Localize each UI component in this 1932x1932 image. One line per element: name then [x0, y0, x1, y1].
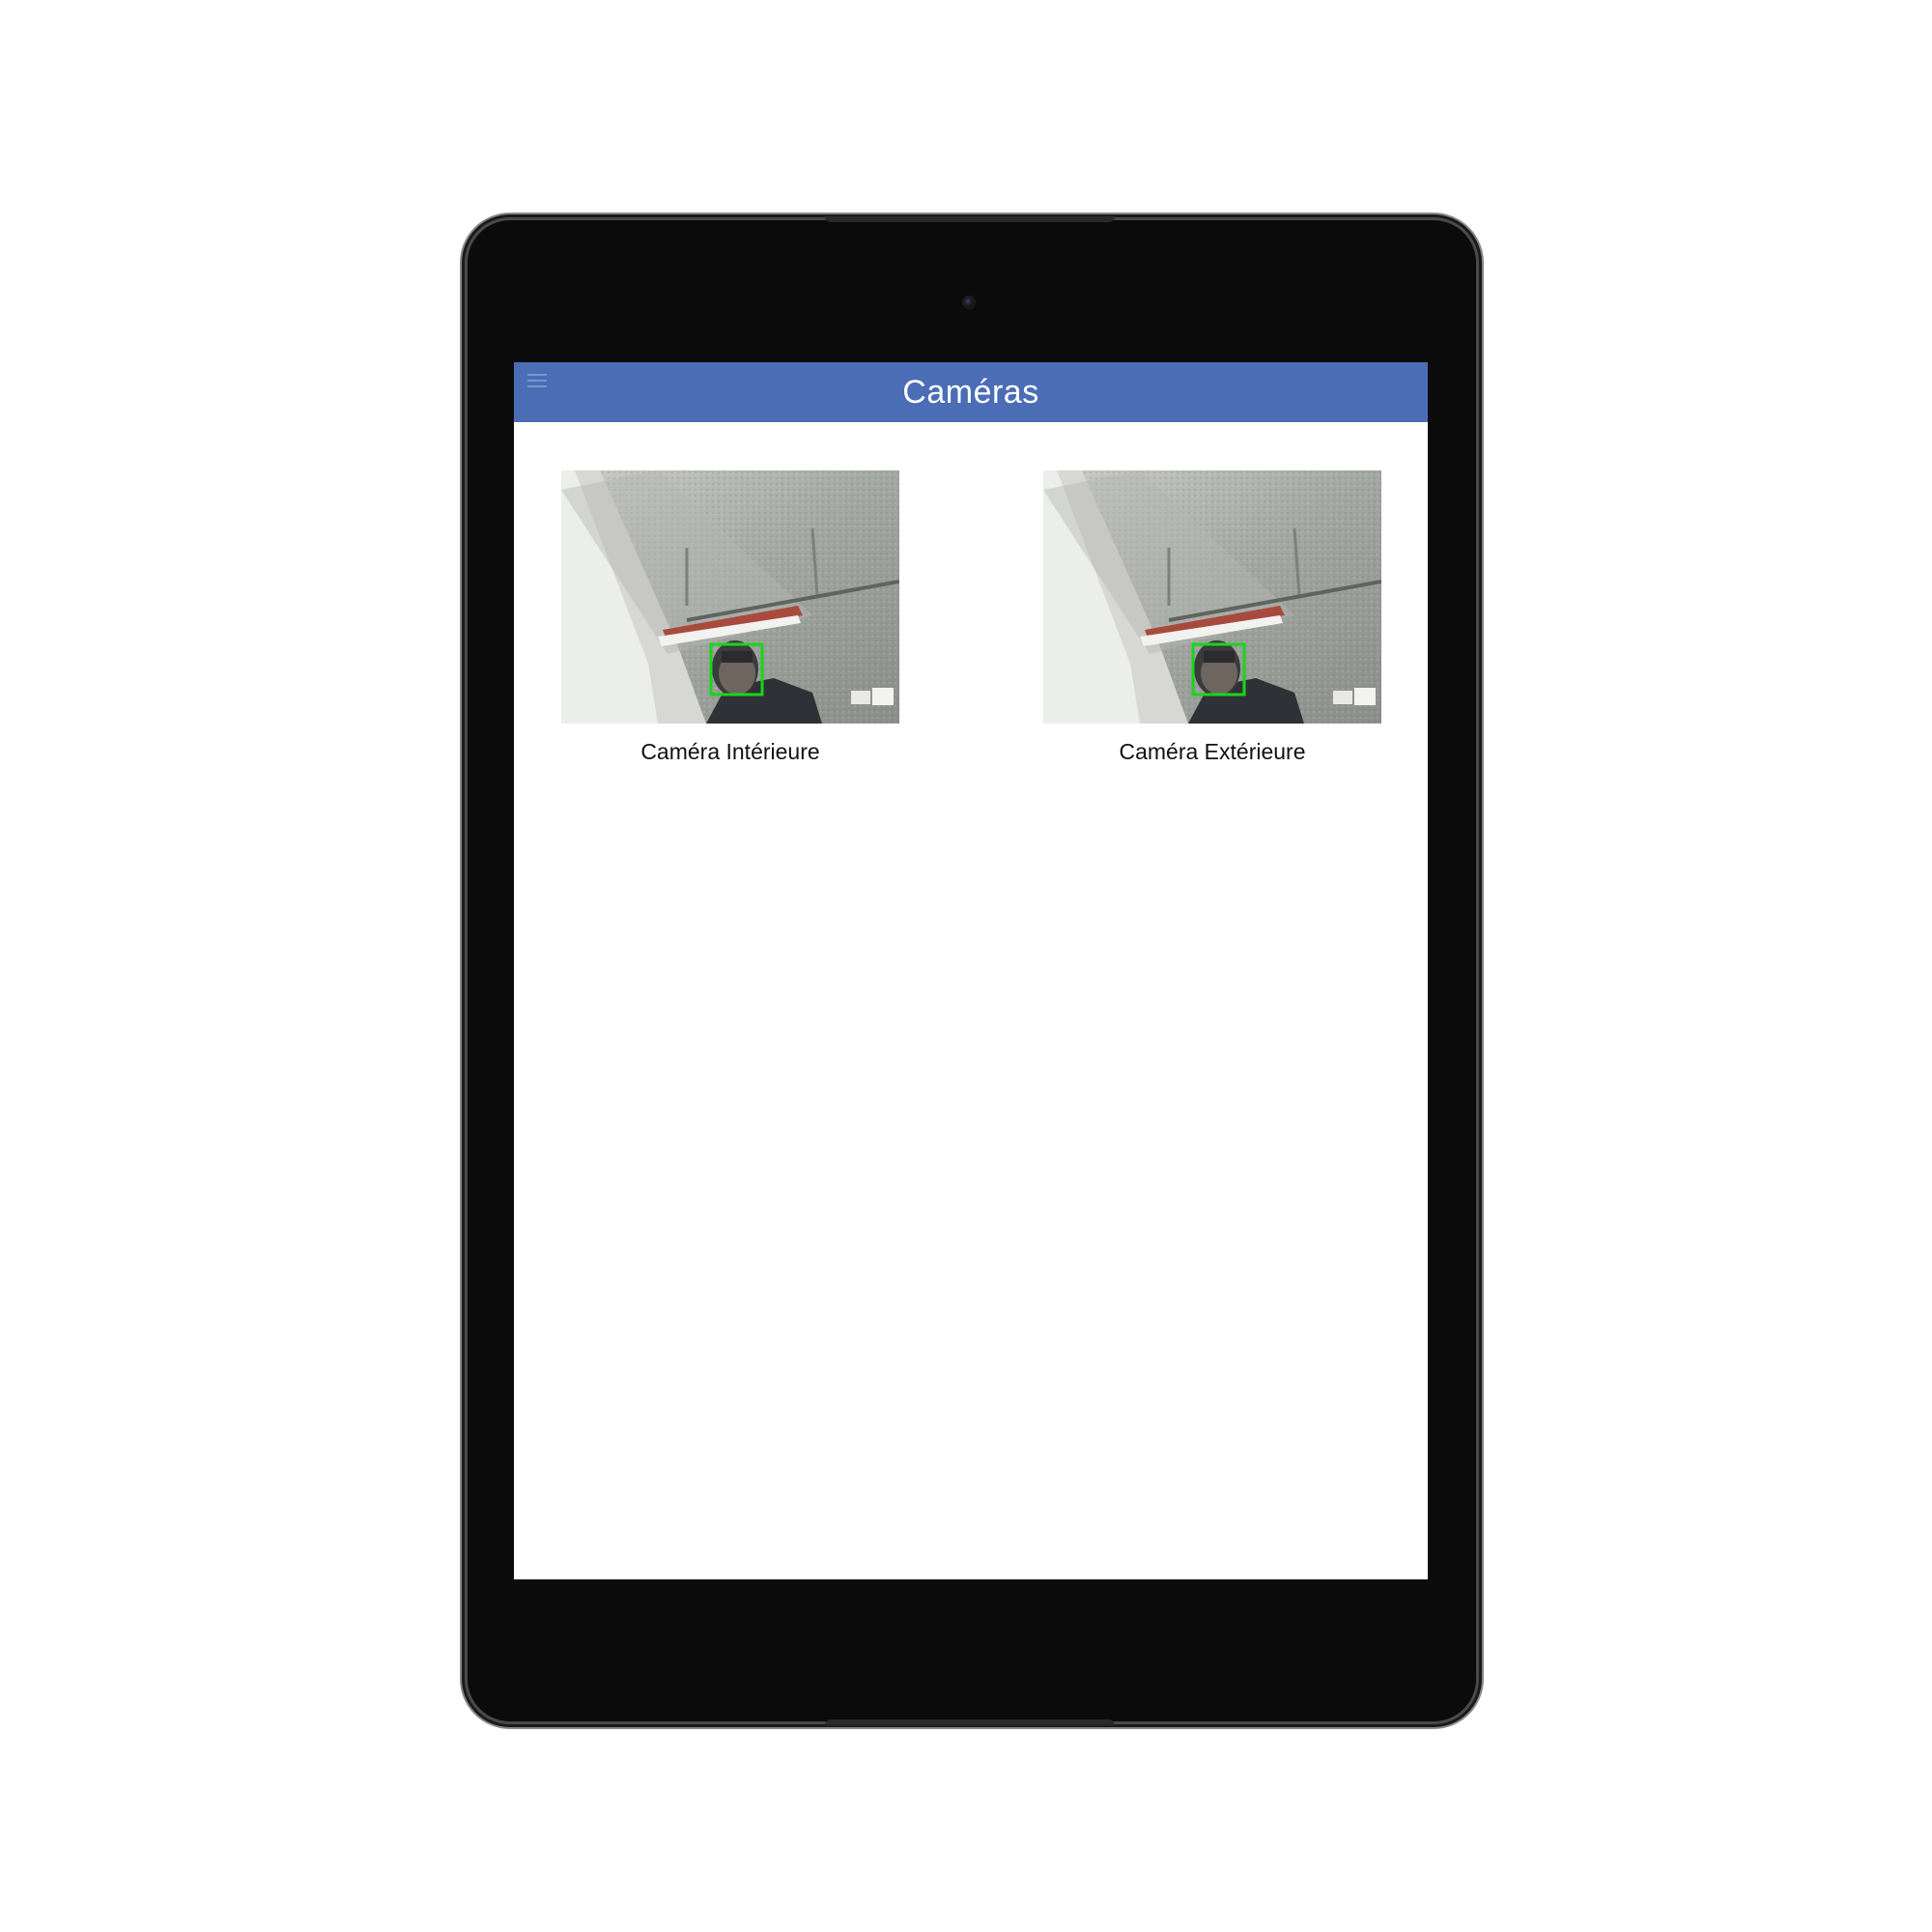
camera-feed-image: [561, 470, 899, 724]
tablet-device-frame: Caméras Caméra Intérieure Caméra Extérie…: [468, 216, 1476, 1725]
tablet-screen: Caméras Caméra Intérieure Caméra Extérie…: [514, 362, 1428, 1579]
hamburger-menu-icon[interactable]: [527, 374, 547, 387]
camera-feed-interior[interactable]: [561, 470, 899, 724]
camera-label-exterior: Caméra Extérieure: [1119, 739, 1306, 764]
page-title: Caméras: [902, 373, 1039, 411]
camera-card-interior[interactable]: Caméra Intérieure: [561, 470, 899, 765]
tablet-top-edge: [825, 216, 1115, 222]
camera-feed-exterior[interactable]: [1043, 470, 1381, 724]
tablet-bottom-edge: [825, 1719, 1115, 1725]
camera-feed-image: [1043, 470, 1381, 724]
viewport: Caméras Caméra Intérieure Caméra Extérie…: [0, 0, 1932, 1932]
camera-card-exterior[interactable]: Caméra Extérieure: [1043, 470, 1381, 765]
camera-label-interior: Caméra Intérieure: [640, 739, 820, 764]
camera-grid: Caméra Intérieure Caméra Extérieure: [514, 422, 1428, 1579]
app-header: Caméras: [514, 362, 1428, 422]
front-camera-lens: [964, 298, 974, 307]
